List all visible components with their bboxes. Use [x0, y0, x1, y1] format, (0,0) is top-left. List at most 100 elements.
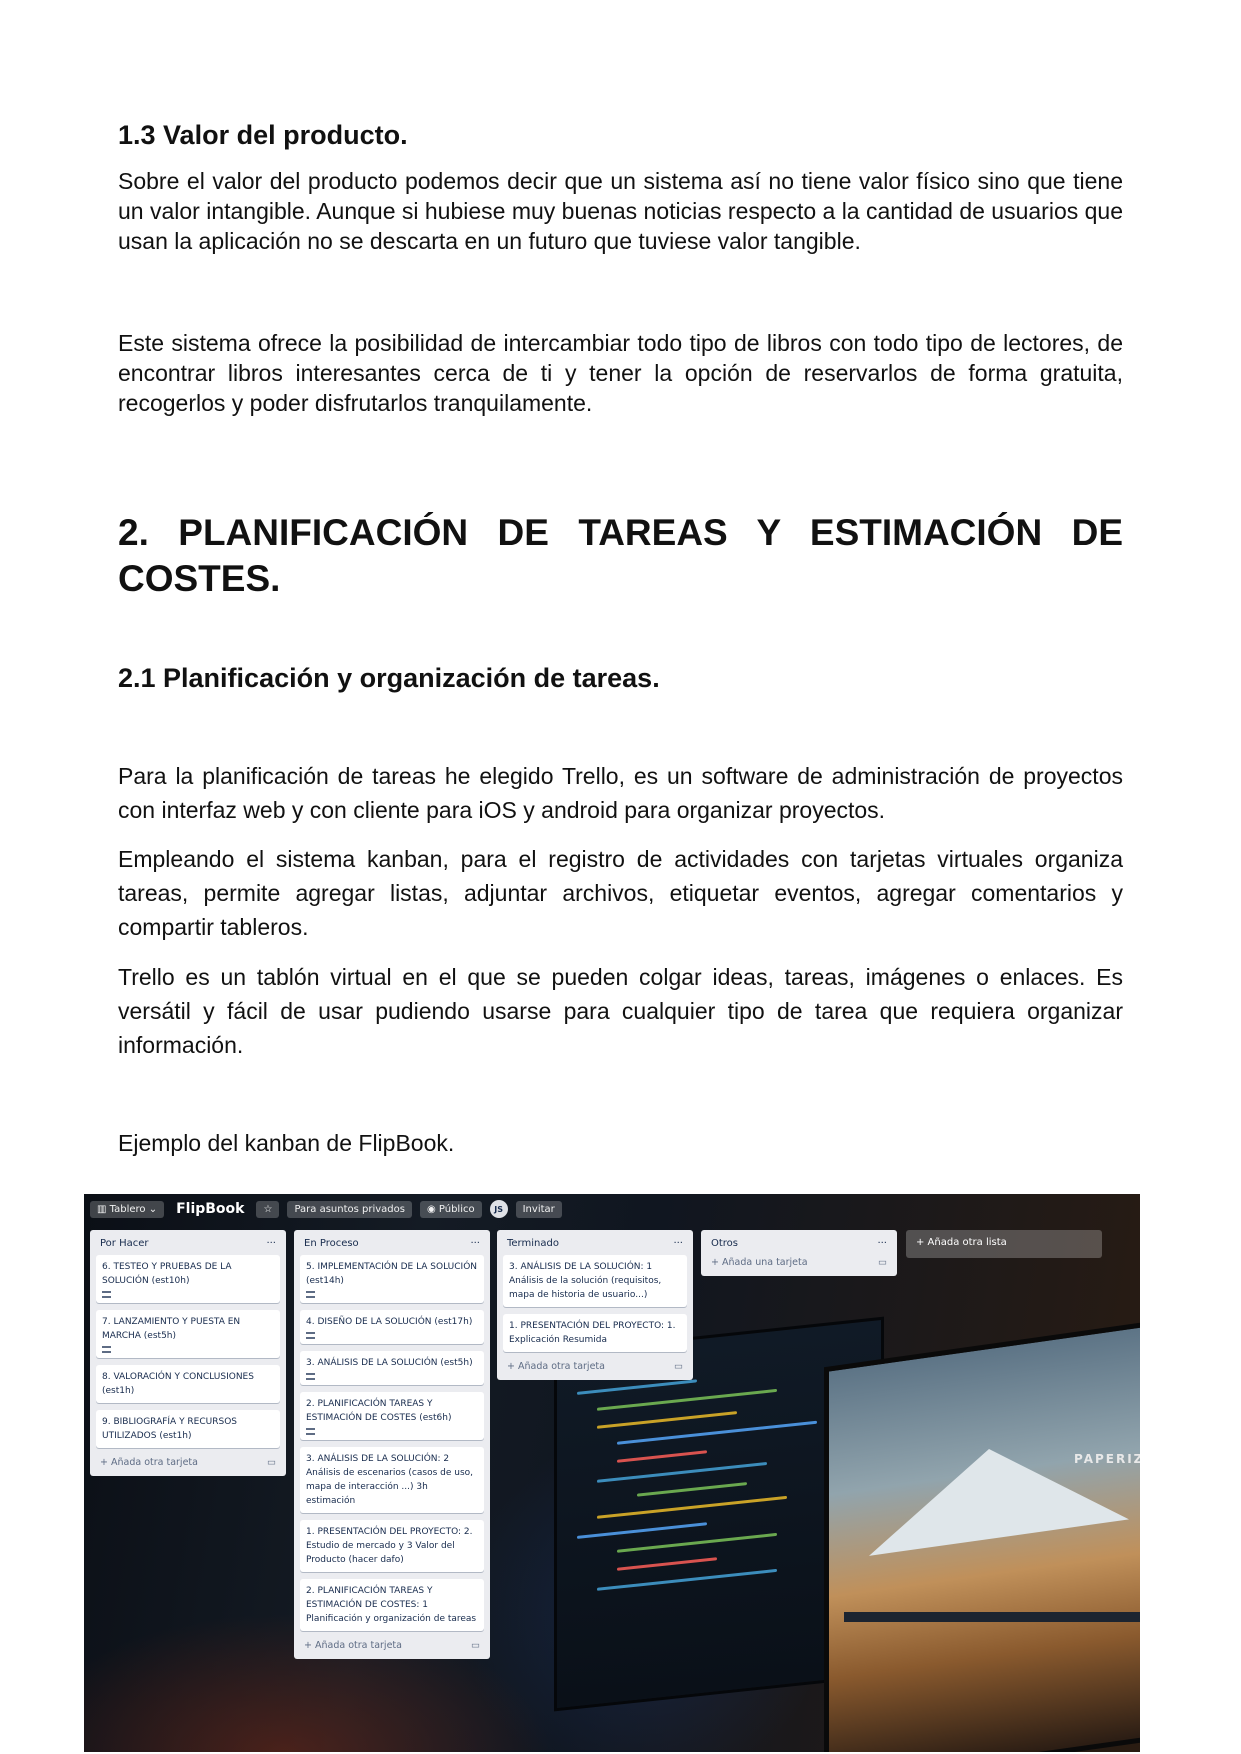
- section-heading-2: 2. PLANIFICACIÓN DE TAREAS Y ESTIMACIÓN …: [118, 512, 1123, 599]
- card[interactable]: 3. ANÁLISIS DE LA SOLUCIÓN: 1 Análisis d…: [503, 1255, 687, 1307]
- card-title: 5. IMPLEMENTACIÓN DE LA SOLUCIÓN (est14h…: [306, 1262, 478, 1286]
- section-heading-1-3: 1.3 Valor del producto.: [118, 120, 408, 150]
- board-menu-button[interactable]: ▥ Tablero ⌄: [90, 1200, 165, 1218]
- list-header: En Proceso ···: [300, 1234, 484, 1255]
- add-card-label: + Añada otra tarjeta: [507, 1361, 605, 1372]
- team-visibility-button[interactable]: Para asuntos privados: [287, 1200, 412, 1218]
- card-title: 3. ANÁLISIS DE LA SOLUCIÓN: 2 Análisis d…: [306, 1454, 474, 1506]
- globe-icon: ◉: [426, 1203, 439, 1215]
- invite-button[interactable]: Invitar: [515, 1200, 562, 1218]
- paragraph: Este sistema ofrece la posibilidad de in…: [118, 330, 1123, 416]
- add-card-button[interactable]: + Añada otra tarjeta ▭: [96, 1455, 280, 1470]
- list-menu-icon[interactable]: ···: [266, 1238, 276, 1249]
- list-header: Por Hacer ···: [96, 1234, 280, 1255]
- card-title: 4. DISEÑO DE LA SOLUCIÓN (est17h): [306, 1317, 473, 1327]
- card[interactable]: 3. ANÁLISIS DE LA SOLUCIÓN (est5h): [300, 1351, 484, 1385]
- card-title: 6. TESTEO Y PRUEBAS DE LA SOLUCIÓN (est1…: [102, 1262, 232, 1286]
- visibility-label: Público: [438, 1203, 475, 1215]
- description-icon: [102, 1346, 111, 1353]
- card[interactable]: 9. BIBLIOGRAFÍA Y RECURSOS UTILIZADOS (e…: [96, 1410, 280, 1448]
- description-icon: [306, 1332, 315, 1339]
- code-line: [637, 1482, 747, 1497]
- list-header: Terminado ···: [503, 1234, 687, 1255]
- template-icon[interactable]: ▭: [674, 1361, 683, 1372]
- paragraph: Empleando el sistema kanban, para el reg…: [118, 846, 1123, 940]
- template-icon[interactable]: ▭: [267, 1457, 276, 1468]
- section-heading-2-1: 2.1 Planificación y organización de tare…: [118, 663, 660, 693]
- card-title: 1. PRESENTACIÓN DEL PROYECTO: 1. Explica…: [509, 1321, 676, 1345]
- list-title[interactable]: Terminado: [507, 1238, 559, 1249]
- description-icon: [102, 1291, 111, 1298]
- list-otros: Otros ··· + Añada una tarjeta ▭: [701, 1230, 897, 1276]
- card[interactable]: 5. IMPLEMENTACIÓN DE LA SOLUCIÓN (est14h…: [300, 1255, 484, 1303]
- card-title: 1. PRESENTACIÓN DEL PROYECTO: 2. Estudio…: [306, 1527, 473, 1565]
- code-line: [617, 1532, 777, 1553]
- code-line: [617, 1450, 707, 1463]
- card[interactable]: 1. PRESENTACIÓN DEL PROYECTO: 1. Explica…: [503, 1314, 687, 1352]
- card[interactable]: 4. DISEÑO DE LA SOLUCIÓN (est17h): [300, 1310, 484, 1344]
- avatar[interactable]: JS: [489, 1200, 508, 1218]
- template-icon[interactable]: ▭: [878, 1257, 887, 1268]
- list-menu-icon[interactable]: ···: [877, 1238, 887, 1249]
- code-line: [597, 1461, 767, 1483]
- list-header: Otros ···: [707, 1234, 891, 1255]
- paragraph: Sobre el valor del producto podemos deci…: [118, 168, 1124, 254]
- add-card-button[interactable]: + Añada una tarjeta ▭: [707, 1255, 891, 1270]
- description-icon: [306, 1291, 315, 1298]
- paragraph: Para la planificación de tareas he elegi…: [118, 763, 1123, 823]
- add-card-label: + Añada otra tarjeta: [304, 1640, 402, 1651]
- add-list-button[interactable]: + Añada otra lista: [906, 1230, 1102, 1258]
- code-line: [597, 1568, 777, 1591]
- card[interactable]: 3. ANÁLISIS DE LA SOLUCIÓN: 2 Análisis d…: [300, 1447, 484, 1513]
- list-title[interactable]: Por Hacer: [100, 1238, 149, 1249]
- list-por-hacer: Por Hacer ··· 6. TESTEO Y PRUEBAS DE LA …: [90, 1230, 286, 1476]
- code-line: [577, 1379, 697, 1395]
- board-title[interactable]: FlipBook: [172, 1201, 248, 1217]
- list-title[interactable]: En Proceso: [304, 1238, 359, 1249]
- list-title[interactable]: Otros: [711, 1238, 738, 1249]
- list-terminado: Terminado ··· 3. ANÁLISIS DE LA SOLUCIÓN…: [497, 1230, 693, 1380]
- star-icon[interactable]: ☆: [256, 1200, 280, 1218]
- monitor-text: PAPERIZ: [1074, 1452, 1140, 1466]
- card-title: 9. BIBLIOGRAFÍA Y RECURSOS UTILIZADOS (e…: [102, 1417, 238, 1441]
- figure-caption: Ejemplo del kanban de FlipBook.: [118, 1130, 455, 1156]
- add-card-button[interactable]: + Añada otra tarjeta ▭: [300, 1638, 484, 1653]
- board-menu-label: Tablero: [109, 1203, 146, 1215]
- list-en-proceso: En Proceso ··· 5. IMPLEMENTACIÓN DE LA S…: [294, 1230, 490, 1659]
- card-title: 7. LANZAMIENTO Y PUESTA EN MARCHA (est5h…: [102, 1317, 241, 1341]
- card[interactable]: 1. PRESENTACIÓN DEL PROYECTO: 2. Estudio…: [300, 1520, 484, 1572]
- card-title: 2. PLANIFICACIÓN TAREAS Y ESTIMACIÓN DE …: [306, 1399, 452, 1423]
- list-menu-icon[interactable]: ···: [673, 1238, 683, 1249]
- card-title: 3. ANÁLISIS DE LA SOLUCIÓN (est5h): [306, 1358, 473, 1368]
- card-title: 3. ANÁLISIS DE LA SOLUCIÓN: 1 Análisis d…: [509, 1262, 662, 1300]
- card[interactable]: 8. VALORACIÓN Y CONCLUSIONES (est1h): [96, 1365, 280, 1403]
- card[interactable]: 6. TESTEO Y PRUEBAS DE LA SOLUCIÓN (est1…: [96, 1255, 280, 1303]
- chevron-down-icon: ⌄: [145, 1203, 158, 1215]
- description-icon: [306, 1428, 315, 1435]
- code-line: [597, 1495, 787, 1519]
- trello-screenshot: PAPERIZ ▥ Tablero ⌄ FlipBook ☆ Para asun…: [84, 1194, 1140, 1752]
- card-title: 8. VALORACIÓN Y CONCLUSIONES (est1h): [102, 1372, 254, 1396]
- code-line: [617, 1420, 817, 1445]
- add-card-label: + Añada otra tarjeta: [100, 1457, 198, 1468]
- code-line: [617, 1557, 717, 1571]
- card[interactable]: 2. PLANIFICACIÓN TAREAS Y ESTIMACIÓN DE …: [300, 1579, 484, 1631]
- board-icon: ▥: [97, 1203, 110, 1215]
- landscape-monitor: [824, 1320, 1140, 1752]
- card[interactable]: 7. LANZAMIENTO Y PUESTA EN MARCHA (est5h…: [96, 1310, 280, 1358]
- add-card-button[interactable]: + Añada otra tarjeta ▭: [503, 1359, 687, 1374]
- description-icon: [306, 1373, 315, 1380]
- trello-topbar: ▥ Tablero ⌄ FlipBook ☆ Para asuntos priv…: [84, 1194, 1140, 1224]
- code-line: [577, 1522, 707, 1539]
- code-line: [597, 1411, 737, 1429]
- monitor-taskbar: [844, 1612, 1140, 1622]
- visibility-button[interactable]: ◉ Público: [419, 1200, 482, 1218]
- template-icon[interactable]: ▭: [471, 1640, 480, 1651]
- mountain-shape: [869, 1429, 1129, 1556]
- card[interactable]: 2. PLANIFICACIÓN TAREAS Y ESTIMACIÓN DE …: [300, 1392, 484, 1440]
- code-line: [597, 1388, 777, 1411]
- list-menu-icon[interactable]: ···: [470, 1238, 480, 1249]
- add-card-label: + Añada una tarjeta: [711, 1257, 808, 1268]
- paragraph: Trello es un tablón virtual en el que se…: [118, 964, 1123, 1058]
- document-page: 1.3 Valor del producto. Sobre el valor d…: [0, 0, 1241, 1754]
